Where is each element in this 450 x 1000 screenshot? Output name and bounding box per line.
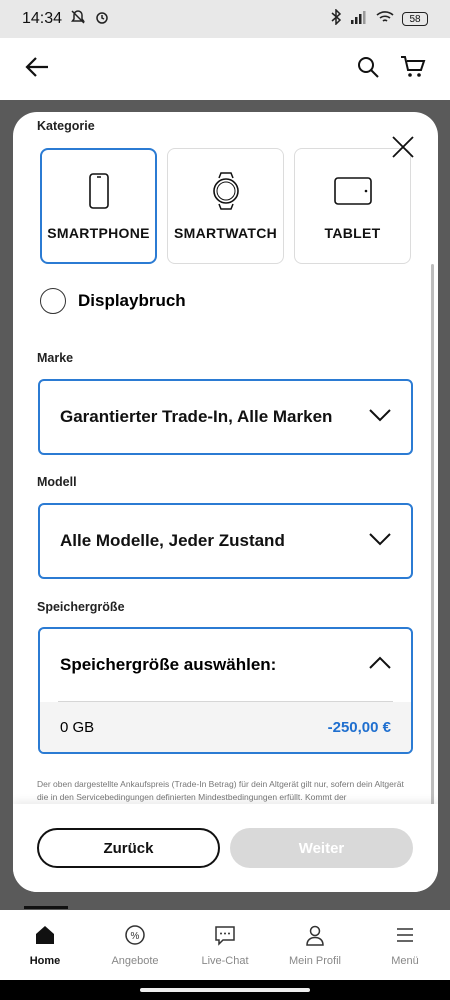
search-icon[interactable]: [356, 55, 380, 84]
active-tab-indicator: [24, 906, 68, 909]
disclaimer-text: Der oben dargestellte Ankaufspreis (Trad…: [37, 779, 404, 802]
back-arrow-icon[interactable]: [24, 56, 50, 83]
bottom-nav: Home % Angebote Live-Chat Mein Profil Me…: [0, 910, 450, 980]
model-label: Modell: [37, 475, 77, 489]
nav-label-offers: Angebote: [111, 954, 159, 967]
chevron-up-icon: [369, 655, 391, 675]
category-options: SMARTPHONE SMARTWATCH TABLET: [40, 148, 411, 264]
back-button[interactable]: Zurück: [37, 828, 220, 868]
nav-profile[interactable]: Mein Profil: [270, 910, 360, 980]
nav-menu[interactable]: Menü: [360, 910, 450, 980]
smartwatch-icon: [206, 171, 246, 211]
nav-chat[interactable]: Live-Chat: [180, 910, 270, 980]
home-gesture-handle[interactable]: [140, 988, 310, 992]
status-bar: 14:34 58: [0, 0, 450, 38]
cart-icon[interactable]: [400, 55, 426, 84]
profile-icon: [304, 924, 326, 949]
category-label-smartphone: SMARTPHONE: [47, 225, 150, 241]
nav-home[interactable]: Home: [0, 910, 90, 980]
status-time: 14:34: [22, 10, 63, 27]
display-broken-label: Displaybruch: [78, 291, 186, 310]
mute-icon: [70, 9, 86, 30]
brand-label: Marke: [37, 351, 74, 365]
storage-option-price: -250,00 €: [327, 718, 391, 736]
smartphone-icon: [79, 171, 119, 211]
category-tablet[interactable]: TABLET: [294, 148, 411, 264]
bluetooth-icon: [330, 7, 342, 30]
next-button[interactable]: Weiter: [230, 828, 413, 868]
category-smartphone[interactable]: SMARTPHONE: [40, 148, 157, 264]
chevron-down-icon: [369, 531, 391, 551]
home-icon: [34, 924, 56, 949]
brand-value: Garantierter Trade-In, Alle Marken: [60, 407, 333, 426]
wifi-icon: [376, 10, 394, 29]
chat-icon: [214, 924, 236, 949]
modal-footer: Zurück Weiter: [13, 804, 438, 892]
storage-select-header[interactable]: Speichergröße auswählen:: [40, 629, 411, 701]
storage-prompt: Speichergröße auswählen:: [60, 655, 277, 674]
offers-icon: %: [124, 924, 146, 949]
brand-select[interactable]: Garantierter Trade-In, Alle Marken: [38, 379, 413, 455]
close-icon: [392, 136, 414, 158]
storage-option[interactable]: 0 GB -250,00 €: [40, 702, 411, 752]
svg-text:%: %: [131, 931, 140, 942]
model-select[interactable]: Alle Modelle, Jeder Zustand: [38, 503, 413, 579]
model-value: Alle Modelle, Jeder Zustand: [60, 531, 285, 550]
chevron-down-icon: [369, 407, 391, 427]
storage-select[interactable]: Speichergröße auswählen: 0 GB -250,00 €: [38, 627, 413, 754]
category-smartwatch[interactable]: SMARTWATCH: [167, 148, 284, 264]
signal-icon: [350, 10, 368, 29]
display-broken-option[interactable]: Displaybruch: [40, 288, 186, 314]
storage-label: Speichergröße: [37, 600, 125, 614]
menu-icon: [394, 924, 416, 949]
scrollbar[interactable]: [431, 264, 434, 854]
nav-label-home: Home: [29, 954, 61, 967]
battery-indicator: 58: [402, 12, 428, 26]
category-label-smartwatch: SMARTWATCH: [173, 225, 278, 241]
close-button[interactable]: [390, 134, 416, 160]
modal-content: Kategorie SMARTPHONE SMARTWATCH TABLET D…: [13, 112, 438, 802]
nav-label-chat: Live-Chat: [201, 954, 249, 967]
nav-label-profile: Mein Profil: [289, 954, 341, 967]
radio-button[interactable]: [40, 288, 66, 314]
nav-label-menu: Menü: [391, 954, 419, 967]
app-header: [0, 38, 450, 100]
tablet-icon: [333, 171, 373, 211]
trade-in-modal: Kategorie SMARTPHONE SMARTWATCH TABLET D…: [13, 112, 438, 892]
alarm-icon: [94, 9, 110, 30]
category-label-tablet: TABLET: [324, 225, 381, 241]
storage-option-size: 0 GB: [60, 718, 95, 736]
category-label: Kategorie: [37, 119, 95, 133]
nav-offers[interactable]: % Angebote: [90, 910, 180, 980]
